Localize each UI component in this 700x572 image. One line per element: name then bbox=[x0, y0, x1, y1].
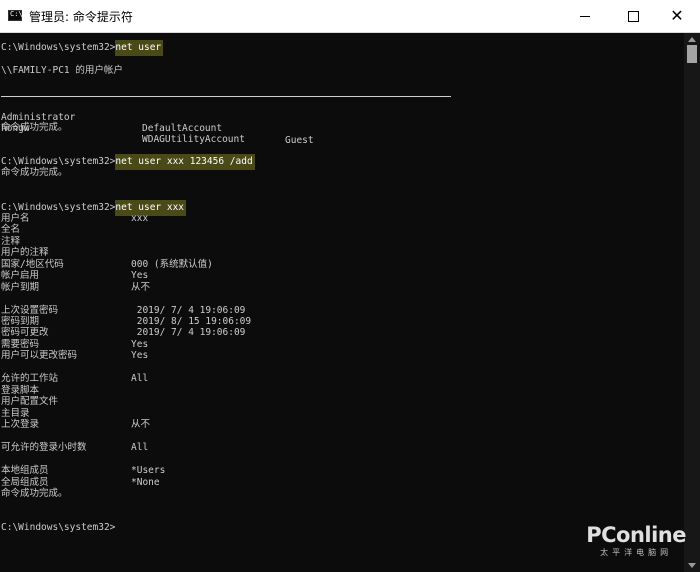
final-prompt: C:\Windows\system32> bbox=[1, 522, 116, 533]
detail-label: 密码到期 bbox=[1, 316, 40, 327]
detail-label: 上次设置密码 bbox=[1, 305, 59, 316]
vertical-scrollbar[interactable] bbox=[684, 33, 700, 572]
pconline-watermark: PConline 太平洋电脑网 bbox=[586, 523, 686, 558]
watermark-tagline: 太平洋电脑网 bbox=[600, 548, 673, 557]
cmd-app-icon[interactable]: C:\ bbox=[8, 10, 23, 21]
minimize-button[interactable] bbox=[562, 0, 608, 32]
scroll-up-icon[interactable] bbox=[688, 37, 696, 42]
detail-label: 可允许的登录小时数 bbox=[1, 442, 87, 453]
detail-value: All bbox=[131, 442, 149, 453]
detail-label: 全局组成员 bbox=[1, 477, 49, 488]
console-output[interactable]: C:\Windows\system32>net user \\FAMILY-PC… bbox=[0, 33, 684, 572]
detail-label: 用户配置文件 bbox=[1, 396, 59, 407]
title-bar: C:\ 管理员: 命令提示符 ✕ bbox=[0, 0, 700, 33]
detail-label: 密码可更改 bbox=[1, 327, 49, 338]
user-accounts-header: \\FAMILY-PC1 的用户帐户 bbox=[1, 65, 123, 76]
highlighted-command: net user xxx bbox=[115, 200, 187, 216]
maximize-icon bbox=[627, 10, 639, 22]
success-message: 命令成功完成。 bbox=[1, 167, 68, 178]
scroll-down-icon[interactable] bbox=[688, 563, 696, 568]
prompt: C:\Windows\system32> bbox=[1, 42, 116, 53]
detail-value: 000 (系统默认值) bbox=[131, 259, 213, 270]
separator-line bbox=[1, 96, 451, 97]
account-name: Guest bbox=[285, 134, 314, 146]
highlighted-command: net user bbox=[115, 40, 164, 56]
success-message: 命令成功完成。 bbox=[1, 488, 68, 499]
cmd-icon-glyph: C:\ bbox=[10, 10, 23, 18]
detail-value: All bbox=[131, 373, 149, 384]
prompt: C:\Windows\system32> bbox=[1, 202, 116, 213]
detail-label: 主目录 bbox=[1, 408, 30, 419]
success-message: 命令成功完成。 bbox=[1, 122, 68, 133]
prompt: C:\Windows\system32> bbox=[1, 156, 116, 167]
account-name: WDAGUtilityAccount bbox=[142, 134, 245, 145]
detail-label: 登录脚本 bbox=[1, 385, 40, 396]
close-icon: ✕ bbox=[670, 6, 684, 25]
detail-label: 帐户启用 bbox=[1, 270, 40, 281]
command-line-1: C:\Windows\system32>net user bbox=[1, 40, 164, 56]
detail-label: 允许的工作站 bbox=[1, 373, 59, 384]
detail-value: 从不 bbox=[131, 419, 151, 430]
detail-label: 注释 bbox=[1, 236, 21, 247]
detail-label: 用户的注释 bbox=[1, 247, 49, 258]
detail-label: 帐户到期 bbox=[1, 282, 40, 293]
account-name: DefaultAccount bbox=[142, 123, 223, 134]
close-button[interactable]: ✕ bbox=[654, 0, 700, 32]
detail-value: 2019/ 7/ 4 19:06:09 bbox=[131, 327, 246, 338]
detail-value: Yes bbox=[131, 339, 149, 350]
detail-label: 用户可以更改密码 bbox=[1, 350, 78, 361]
scroll-thumb[interactable] bbox=[687, 45, 697, 63]
detail-value: 2019/ 8/ 15 19:06:09 bbox=[131, 316, 252, 327]
detail-label: 上次登录 bbox=[1, 419, 40, 430]
detail-label: 用户名 bbox=[1, 213, 30, 224]
maximize-button[interactable] bbox=[610, 0, 656, 32]
highlighted-command: net user xxx 123456 /add bbox=[115, 154, 255, 170]
window-title: 管理员: 命令提示符 bbox=[29, 10, 133, 24]
detail-value: Yes bbox=[131, 350, 149, 361]
detail-value: 2019/ 7/ 4 19:06:09 bbox=[131, 305, 246, 316]
detail-label: 国家/地区代码 bbox=[1, 259, 64, 270]
detail-label: 全名 bbox=[1, 224, 21, 235]
minimize-icon bbox=[580, 15, 590, 17]
watermark-brand: PConline bbox=[586, 523, 686, 547]
detail-value: *None bbox=[131, 477, 160, 488]
detail-label: 需要密码 bbox=[1, 339, 40, 350]
detail-value: *Users bbox=[131, 465, 166, 476]
detail-value: xxx bbox=[131, 213, 149, 224]
detail-label: 本地组成员 bbox=[1, 465, 49, 476]
detail-value: Yes bbox=[131, 270, 149, 281]
detail-value: 从不 bbox=[131, 282, 151, 293]
